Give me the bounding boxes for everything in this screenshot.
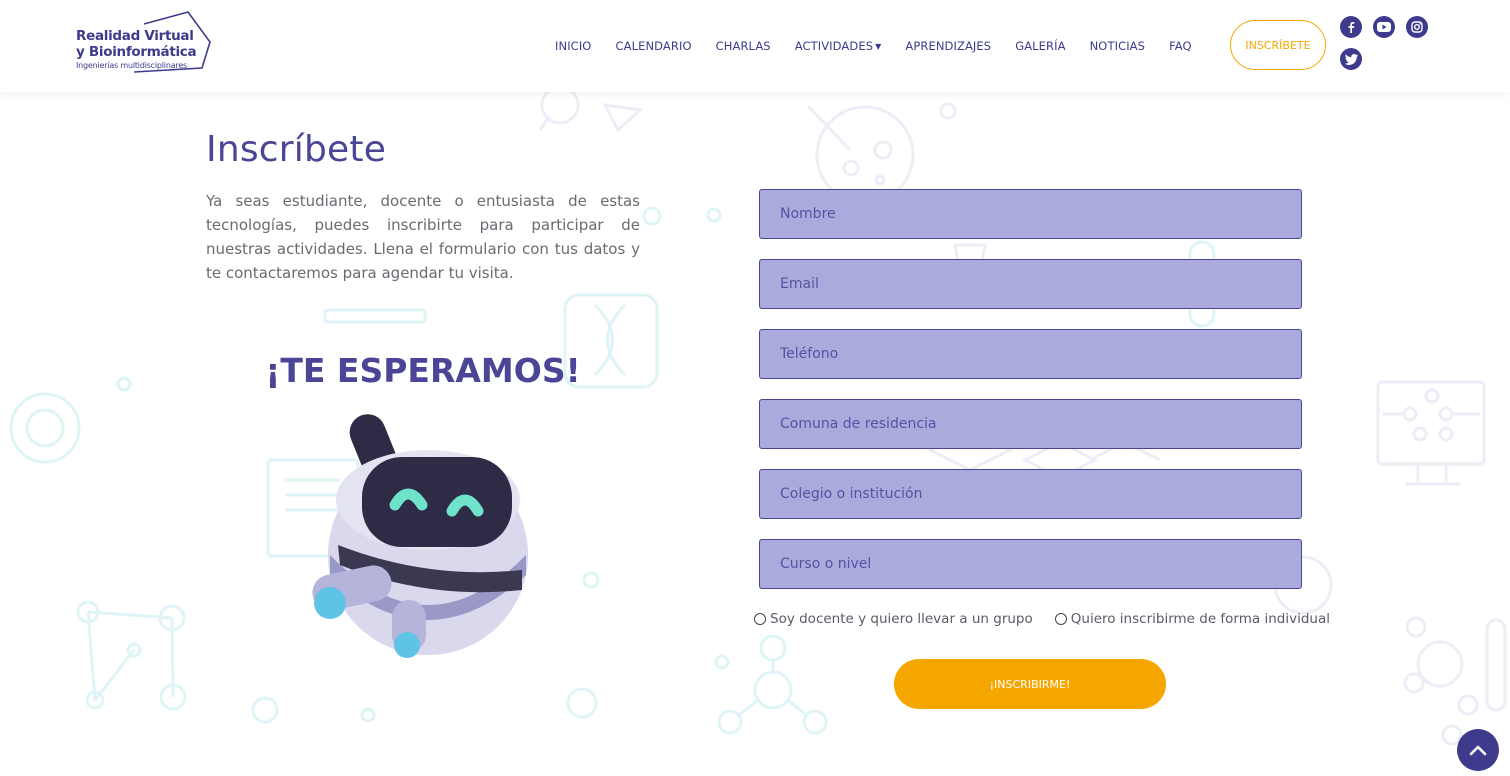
comuna-field[interactable] <box>759 399 1302 449</box>
radio-button[interactable] <box>754 613 766 625</box>
robot-mascot-illustration <box>312 414 528 658</box>
nav-galeria[interactable]: GALERÍA <box>1015 39 1065 53</box>
telefono-field[interactable] <box>759 329 1302 379</box>
inscribete-header-button[interactable]: INSCRÍBETE <box>1230 20 1326 70</box>
nav-actividades[interactable]: ACTIVIDADES ▼ <box>795 39 882 53</box>
curso-field[interactable] <box>759 539 1302 589</box>
radio-button[interactable] <box>1054 613 1067 625</box>
inscribirme-submit-button[interactable]: ¡INSCRIBIRME! <box>894 659 1166 709</box>
nav-noticias[interactable]: NOTICIAS <box>1090 39 1145 53</box>
tagline: ¡TE ESPERAMOS! <box>265 351 581 390</box>
site-header: Realidad Virtual y Bioinformática Ingeni… <box>0 0 1510 92</box>
page-title: Inscríbete <box>206 129 387 170</box>
logo-title-line2: y Bioinformática <box>76 44 197 60</box>
email-field[interactable] <box>759 259 1302 309</box>
facebook-icon[interactable] <box>1340 16 1362 38</box>
signup-form <box>759 189 1302 609</box>
participation-radio-group: Soy docente y quiero llevar a un grupo Q… <box>754 611 1330 627</box>
site-logo[interactable]: Realidad Virtual y Bioinformática Ingeni… <box>74 10 214 76</box>
nav-charlas[interactable]: CHARLAS <box>716 39 771 53</box>
logo-title-line1: Realidad Virtual <box>76 28 194 44</box>
twitter-icon[interactable] <box>1340 48 1362 70</box>
radio-docente-label: Soy docente y quiero llevar a un grupo <box>770 611 1033 627</box>
nav-actividades-label: ACTIVIDADES <box>794 39 874 53</box>
radio-individual[interactable]: Quiero inscribirme de forma individual <box>1054 611 1330 627</box>
intro-text: Ya seas estudiante, docente o entusiasta… <box>206 192 640 282</box>
scroll-to-top-button[interactable] <box>1457 729 1499 771</box>
colegio-field[interactable] <box>759 469 1302 519</box>
nav-calendario[interactable]: CALENDARIO <box>615 39 691 53</box>
radio-individual-label: Quiero inscribirme de forma individual <box>1070 611 1330 627</box>
youtube-icon[interactable] <box>1373 16 1395 38</box>
nav-aprendizajes[interactable]: APRENDIZAJES <box>905 39 991 53</box>
nav-faq[interactable]: FAQ <box>1169 39 1192 53</box>
caret-down-icon: ▼ <box>875 42 882 51</box>
nombre-field[interactable] <box>759 189 1302 239</box>
main-nav: INICIO CALENDARIO CHARLAS ACTIVIDADES ▼ A… <box>555 39 1216 53</box>
instagram-icon[interactable] <box>1406 16 1428 38</box>
radio-docente-grupo[interactable]: Soy docente y quiero llevar a un grupo <box>754 611 1033 627</box>
logo-subtitle: Ingenierías multidisciplinares <box>76 61 188 70</box>
nav-inicio[interactable]: INICIO <box>555 39 591 53</box>
chevron-up-icon <box>1469 745 1487 756</box>
